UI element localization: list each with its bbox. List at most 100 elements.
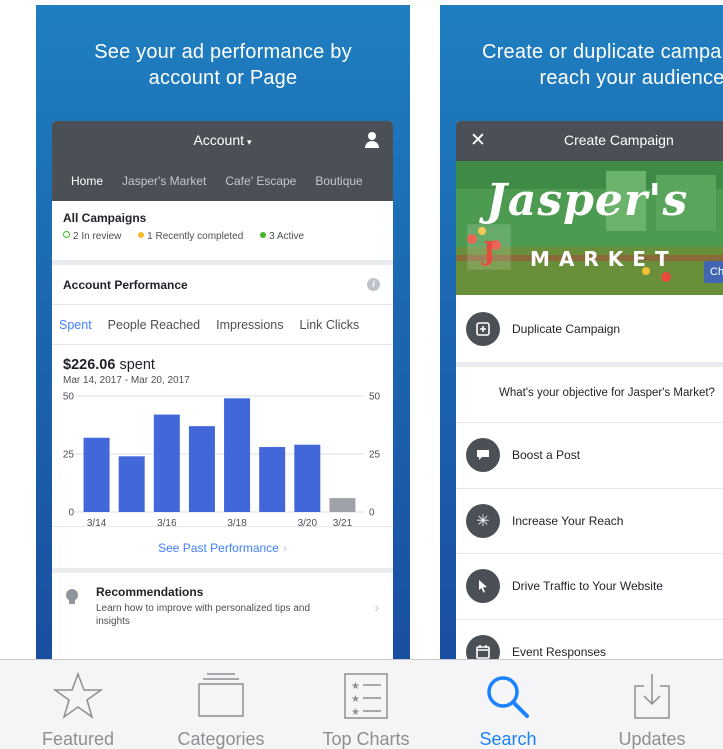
objective-label: Event Responses xyxy=(512,644,607,659)
y-tick-label-right: 50 xyxy=(369,392,381,403)
bar xyxy=(153,414,180,512)
objective-boost-post[interactable]: Boost a Post xyxy=(456,423,723,489)
categories-icon xyxy=(151,672,291,718)
brand-top-text: Jasper's xyxy=(486,175,689,226)
y-tick-label-right: 0 xyxy=(369,508,375,519)
create-campaign-title: Create Campaign xyxy=(564,132,674,148)
page-tab-home[interactable]: Home xyxy=(71,174,103,188)
x-tick-label: 3/14 xyxy=(87,518,107,526)
see-past-performance-label: See Past Performance xyxy=(158,541,279,555)
screenshot-performance[interactable]: See your ad performance by account or Pa… xyxy=(36,5,410,665)
tab-label: Updates xyxy=(618,729,686,749)
recommendations-row[interactable]: Recommendations Learn how to improve wit… xyxy=(52,568,393,628)
y-tick-label-right: 25 xyxy=(369,450,381,461)
star-icon xyxy=(8,672,148,719)
info-icon[interactable]: i xyxy=(367,278,380,291)
spent-value: $226.06 xyxy=(63,357,116,373)
tab-top-charts[interactable]: ★ ★ ★ Top Charts xyxy=(296,660,436,749)
completed-dot-icon xyxy=(138,232,145,238)
objective-label: Increase Your Reach xyxy=(512,513,624,528)
objective-label: Drive Traffic to Your Website xyxy=(512,579,663,594)
tab-bar: Featured Categories ★ ★ ★ Top Charts Searc… xyxy=(0,659,723,749)
lightbulb-icon xyxy=(66,589,78,604)
metric-tab-people-reached[interactable]: People Reached xyxy=(108,318,200,332)
all-campaigns-card[interactable]: All Campaigns 2 In review 1 Recently com… xyxy=(52,201,393,265)
objective-increase-reach[interactable]: ✳ Increase Your Reach xyxy=(456,489,723,554)
screenshot-create-campaign[interactable]: Create or duplicate campaigns to reach y… xyxy=(440,5,723,665)
y-tick-label: 50 xyxy=(63,392,75,403)
bar-chart-svg: 0 0 25 25 50 50 3/14 3/16 3/18 3/20 3/21 xyxy=(63,392,381,527)
spent-suffix: spent xyxy=(115,357,155,373)
phone-screen: Account ▾ Home Jasper's Market Cafe' Esca… xyxy=(52,121,393,665)
tab-categories[interactable]: Categories xyxy=(151,660,291,749)
status-active: 3 Active xyxy=(269,231,305,242)
svg-text:★: ★ xyxy=(351,707,360,718)
spent-amount: $226.06 spent xyxy=(63,357,382,373)
spent-summary: $226.06 spent Mar 14, 2017 - Mar 20, 201… xyxy=(52,345,393,386)
recommendations-description: Learn how to improve with personalized t… xyxy=(96,603,311,627)
phone-screen: ✕ Create Campaign Jasper's J MARKET Ch D… xyxy=(456,121,723,665)
caret-down-icon: ▾ xyxy=(247,137,252,147)
spend-bar-chart: 0 0 25 25 50 50 3/14 3/16 3/18 3/20 3/21 xyxy=(52,386,393,527)
search-icon xyxy=(438,672,578,718)
duplicate-campaign-row[interactable]: Duplicate Campaign xyxy=(456,295,723,367)
bar xyxy=(118,456,145,512)
change-image-button[interactable]: Ch xyxy=(704,261,723,283)
close-icon[interactable]: ✕ xyxy=(470,129,486,152)
y-tick-label: 25 xyxy=(63,450,75,461)
bar xyxy=(188,426,215,512)
tab-updates[interactable]: Updates xyxy=(582,660,722,749)
cursor-icon xyxy=(466,569,500,604)
page-tab-cafe-escape[interactable]: Cafe' Escape xyxy=(225,174,296,188)
tab-label: Top Charts xyxy=(322,729,410,749)
metric-tabs: Spent People Reached Impressions Link Cl… xyxy=(52,305,393,345)
in-review-dot-icon xyxy=(63,231,70,238)
metric-tab-link-clicks[interactable]: Link Clicks xyxy=(300,318,360,332)
all-campaigns-title: All Campaigns xyxy=(63,211,147,225)
chevron-right-icon: › xyxy=(282,541,287,555)
account-performance-header: Account Performance i xyxy=(52,265,393,305)
page-tabs: Home Jasper's Market Cafe' Escape Boutiq… xyxy=(52,161,393,201)
tab-search[interactable]: Search xyxy=(438,660,578,749)
status-completed: 1 Recently completed xyxy=(147,231,244,242)
spent-date-range: Mar 14, 2017 - Mar 20, 2017 xyxy=(63,375,190,386)
asterisk-icon: ✳ xyxy=(466,503,500,538)
account-header: Account ▾ xyxy=(52,121,393,161)
account-selector[interactable]: Account ▾ xyxy=(52,132,393,148)
campaign-status-row: 2 In review 1 Recently completed 3 Activ… xyxy=(63,231,382,242)
account-performance-title: Account Performance xyxy=(63,278,188,292)
recommendations-title: Recommendations xyxy=(96,585,204,599)
bar xyxy=(83,437,110,512)
bar xyxy=(259,447,286,512)
x-tick-label: 3/20 xyxy=(298,518,318,526)
objective-label: Boost a Post xyxy=(512,448,581,463)
tab-label: Search xyxy=(479,729,537,749)
x-tick-label: 3/21 xyxy=(333,518,353,526)
speech-bubble-icon xyxy=(466,438,500,473)
metric-tab-spent[interactable]: Spent xyxy=(59,318,92,332)
bar xyxy=(329,498,356,512)
x-tick-label: 3/16 xyxy=(157,518,177,526)
jaspers-market-banner: Jasper's J MARKET Ch xyxy=(456,161,723,295)
tab-label: Featured xyxy=(41,729,115,749)
see-past-performance-link[interactable]: See Past Performance › xyxy=(52,526,393,568)
person-icon[interactable] xyxy=(365,132,379,148)
metric-tab-impressions[interactable]: Impressions xyxy=(216,318,283,332)
updates-icon xyxy=(582,672,722,719)
objective-prompt: What's your objective for Jasper's Marke… xyxy=(456,367,723,423)
logo-badge: J xyxy=(482,237,496,267)
create-campaign-header: ✕ Create Campaign xyxy=(456,121,723,161)
screenshot-headline: See your ad performance by account or Pa… xyxy=(94,41,352,89)
duplicate-campaign-label: Duplicate Campaign xyxy=(512,321,621,336)
chevron-right-icon: › xyxy=(374,599,379,615)
app-store-screenshot-view: See your ad performance by account or Pa… xyxy=(0,0,723,749)
svg-text:★: ★ xyxy=(351,681,360,692)
brand-bottom-text: MARKET xyxy=(530,247,678,271)
page-tab-boutique[interactable]: Boutique xyxy=(315,174,362,188)
screenshot-headline: Create or duplicate campaigns to reach y… xyxy=(482,41,723,89)
page-tab-jaspers-market[interactable]: Jasper's Market xyxy=(122,174,206,188)
bar xyxy=(294,444,321,512)
objective-drive-traffic[interactable]: Drive Traffic to Your Website xyxy=(456,554,723,620)
tab-featured[interactable]: Featured xyxy=(8,660,148,749)
x-tick-label: 3/18 xyxy=(227,518,247,526)
